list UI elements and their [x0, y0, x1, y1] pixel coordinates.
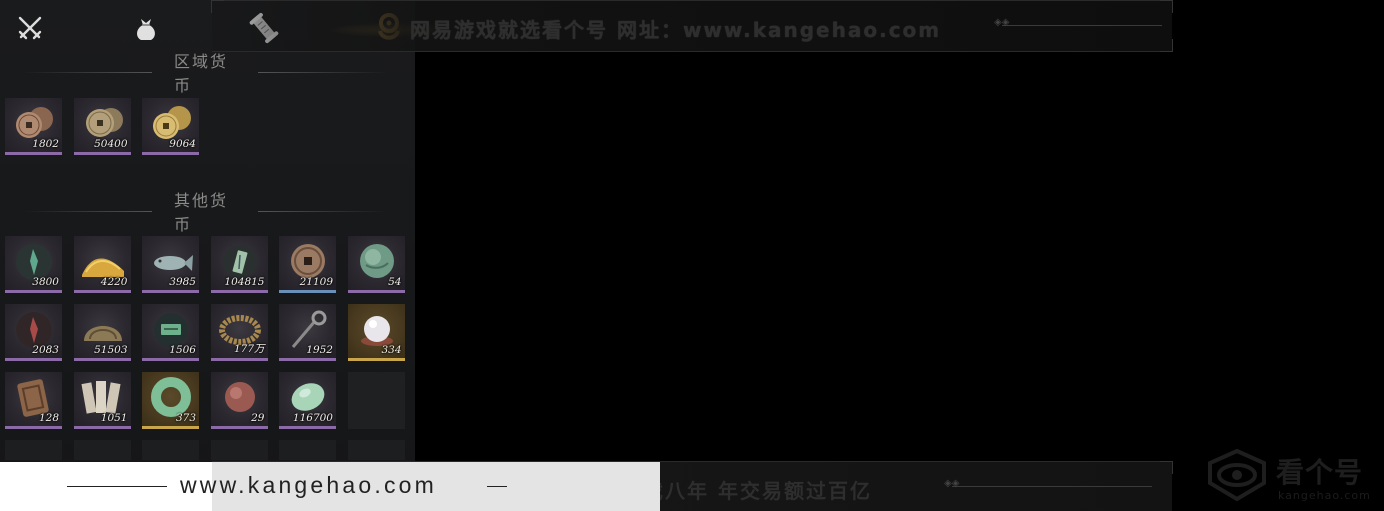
url-divider-line — [487, 486, 507, 487]
currency-slot[interactable]: 1051 — [73, 372, 131, 429]
currency-slot[interactable]: 54 — [347, 236, 405, 293]
watermark-url: www.kangehao.com — [180, 472, 438, 498]
url-divider-line — [67, 486, 167, 487]
empty-slot[interactable] — [347, 372, 405, 429]
logo-name: 看个号 — [1276, 456, 1364, 489]
ornament-divider — [994, 17, 1162, 28]
ornament-divider — [944, 478, 1152, 489]
currency-slot[interactable]: 104815 — [210, 236, 268, 293]
currency-panel: 区域货币 1802 50400 9064 其他货币 3800 4220 3985… — [0, 0, 438, 511]
currency-slot[interactable]: 3985 — [142, 236, 199, 293]
empty-slot[interactable] — [73, 440, 131, 460]
tab-weapons[interactable] — [8, 8, 52, 48]
crossed-swords-icon — [18, 16, 42, 40]
empty-slot[interactable] — [279, 440, 336, 460]
currency-slot[interactable]: 116700 — [279, 372, 336, 429]
currency-slot[interactable]: 29 — [210, 372, 268, 429]
section-title-other: 其他货币 — [0, 191, 410, 234]
watermark-top-banner: 网易游戏就选看个号 网址：www.kangehao.com — [211, 0, 1173, 52]
pouch-icon — [137, 19, 155, 40]
currency-slot[interactable]: 373 — [142, 372, 199, 429]
currency-slot[interactable]: 1952 — [279, 304, 336, 361]
currency-slot[interactable]: 128 — [5, 372, 62, 429]
empty-slot[interactable] — [142, 440, 199, 460]
currency-slot[interactable]: 50400 — [73, 98, 131, 155]
currency-slot[interactable]: 4220 — [73, 236, 131, 293]
currency-slot[interactable]: 3800 — [5, 236, 62, 293]
currency-slot[interactable]: 334 — [347, 304, 405, 361]
currency-slot[interactable]: 2083 — [5, 304, 62, 361]
currency-slot[interactable]: 9064 — [142, 98, 199, 155]
currency-slot[interactable]: 177万 — [210, 304, 268, 361]
currency-slot[interactable]: 51503 — [73, 304, 131, 361]
section-title-regional: 区域货币 — [0, 52, 410, 95]
logo-subtitle: kangehao.com — [1278, 489, 1371, 502]
kangehao-logo: 看个号 kangehao.com — [1206, 445, 1381, 505]
other-currency-grid: 3800 4220 3985 104815 21109 54 2083 5150… — [5, 236, 405, 460]
empty-slot[interactable] — [5, 440, 62, 460]
currency-slot[interactable]: 21109 — [279, 236, 336, 293]
currency-slot[interactable]: 1506 — [142, 304, 199, 361]
empty-slot[interactable] — [347, 440, 405, 460]
currency-slot[interactable]: 1802 — [5, 98, 62, 155]
regional-currency-grid: 1802 50400 9064 — [5, 98, 405, 155]
eye-logo-icon — [1208, 448, 1266, 502]
empty-slot[interactable] — [210, 440, 268, 460]
watermark-top-text: 网易游戏就选看个号 网址：www.kangehao.com — [410, 18, 942, 42]
tab-bag[interactable] — [124, 8, 168, 48]
